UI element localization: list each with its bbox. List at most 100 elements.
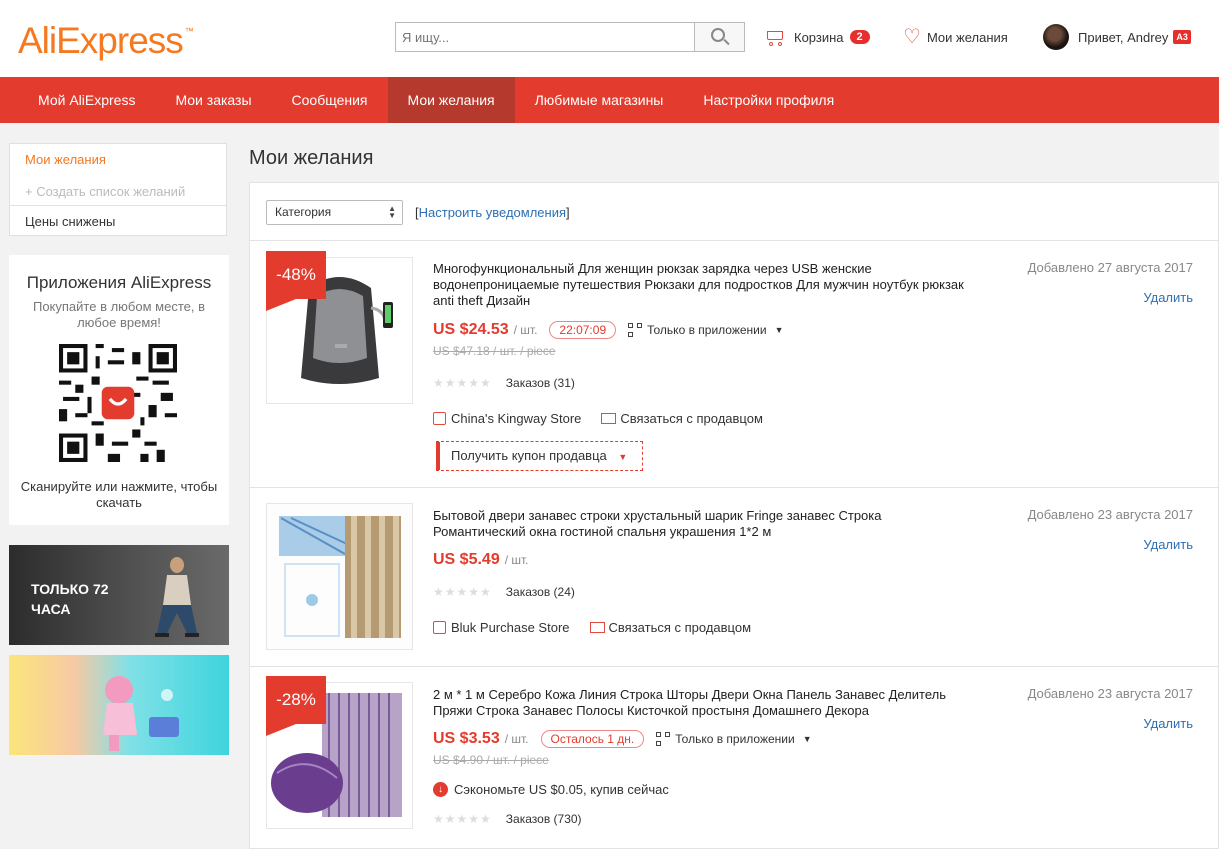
price-unit: / шт. (504, 553, 529, 567)
caret-down-icon: ▼ (774, 325, 784, 335)
delete-link[interactable]: Удалить (1143, 716, 1193, 731)
user-menu[interactable]: Привет, Andrey A3 (1043, 24, 1191, 50)
caret-down-icon: ▼ (618, 452, 628, 462)
app-promo-title: Приложения AliExpress (26, 273, 212, 292)
cart-icon (764, 28, 786, 46)
mail-icon (589, 621, 605, 633)
nav-my-aliexpress[interactable]: Мой AliExpress (0, 77, 155, 123)
delete-link[interactable]: Удалить (1143, 290, 1193, 305)
delete-link[interactable]: Удалить (1143, 537, 1193, 552)
added-date: Добавлено 23 августа 2017 (1027, 686, 1193, 701)
wishlist-item: -28% 2 м * 1 м Серебро Кожа Линия Строка… (250, 667, 1218, 849)
nav-messages[interactable]: Сообщения (272, 77, 388, 123)
price: US $5.49 (433, 551, 500, 568)
product-title[interactable]: Бытовой двери занавес строки хрустальный… (433, 508, 973, 540)
rating-row: ★★★★★ Заказов (31) (433, 375, 575, 391)
banner-illustration (103, 676, 179, 751)
down-arrow-icon: ↓ (433, 781, 448, 797)
app-promo-hint: Сканируйте или нажмите, чтобы скачать (20, 479, 218, 510)
banner-text: ЧАСА (31, 601, 71, 617)
contact-seller-link[interactable]: Связаться с продавцом (620, 411, 763, 426)
app-promo-subtitle: Покупайте в любом месте, в любое время! (32, 299, 205, 330)
contact-seller-link[interactable]: Связаться с продавцом (609, 620, 752, 635)
app-only-dropdown[interactable]: Только в приложении (647, 323, 766, 337)
promo-banner-72h[interactable]: ТОЛЬКО 72 ЧАСА (9, 545, 229, 645)
category-select[interactable]: Категория ▲ ▼ (266, 200, 403, 225)
price-row: US $3.53 / шт. Осталось 1 дн. Только в п… (433, 728, 812, 750)
main-nav: Мой AliExpress Мои заказы Сообщения Мои … (0, 77, 1219, 123)
wishlist-label: Мои желания (926, 29, 1008, 45)
old-price: US $4.90 / шт. / piece (433, 753, 549, 767)
save-row: ↓ Сэкономьте US $0.05, купив сейчас (433, 780, 669, 798)
store-row: Bluk Purchase Store Связаться с продавцо… (433, 618, 751, 636)
rating-stars-icon: ★★★★★ (433, 585, 492, 599)
get-coupon-button[interactable]: Получить купон продавца ▼ (436, 441, 643, 471)
price-row: US $5.49 / шт. (433, 549, 529, 571)
app-promo: Приложения AliExpress Покупайте в любом … (9, 255, 229, 525)
rating-row: ★★★★★ Заказов (24) (433, 584, 575, 600)
member-level-badge: A3 (1173, 30, 1191, 44)
product-title[interactable]: Многофункциональный Для женщин рюкзак за… (433, 261, 973, 309)
price: US $24.53 (433, 321, 509, 338)
price: US $3.53 (433, 730, 500, 747)
banner-text: ТОЛЬКО 72 (31, 581, 109, 597)
promo-banner-app[interactable] (9, 655, 229, 755)
store-link[interactable]: Bluk Purchase Store (451, 620, 570, 635)
app-only-dropdown[interactable]: Только в приложении (675, 732, 794, 746)
old-price: US $47.18 / шт. / piece (433, 344, 556, 358)
qr-icon (628, 323, 643, 337)
added-date: Добавлено 27 августа 2017 (1027, 260, 1193, 275)
cart-label: Корзина (794, 29, 844, 45)
price-row: US $24.53 / шт. 22:07:09 Только в прилож… (433, 319, 784, 341)
product-image[interactable] (266, 503, 413, 650)
avatar (1043, 24, 1069, 50)
wishlist-toolbar: Категория ▲ ▼ [Настроить уведомления] (250, 183, 1218, 241)
notification-settings-link[interactable]: Настроить уведомления (419, 205, 566, 220)
select-arrows-icon: ▲ ▼ (388, 204, 396, 220)
wishlist-item: -48% Многофункциональный Для женщин рюкз… (250, 241, 1218, 488)
discount-badge: -48% (266, 251, 326, 311)
store-row: China's Kingway Store Связаться с продав… (433, 409, 763, 427)
divider (10, 205, 226, 206)
header: AliExpress™ Корзина 2 ♡ Мои желания Прив… (0, 0, 1219, 77)
sidebar-item-wishlist[interactable]: Мои желания (25, 152, 106, 167)
qr-code[interactable] (59, 344, 177, 462)
nav-profile-settings[interactable]: Настройки профиля (683, 77, 854, 123)
store-link[interactable]: China's Kingway Store (451, 411, 581, 426)
user-greeting: Привет, Andrey (1078, 29, 1169, 45)
notification-settings: [Настроить уведомления] (415, 205, 570, 220)
shop-icon (433, 411, 446, 425)
shop-icon (433, 620, 446, 634)
product-title[interactable]: 2 м * 1 м Серебро Кожа Линия Строка Штор… (433, 687, 973, 719)
create-wishlist-link[interactable]: + Создать список желаний (25, 184, 185, 199)
caret-down-icon: ▼ (802, 734, 812, 744)
orders-count: Заказов (31) (505, 376, 575, 390)
nav-favorite-stores[interactable]: Любимые магазины (515, 77, 684, 123)
page-title: Мои желания (249, 147, 374, 169)
cart-count-badge: 2 (849, 30, 870, 44)
qr-icon (656, 732, 671, 746)
cart-link[interactable]: Корзина 2 (764, 26, 870, 48)
countdown-timer: 22:07:09 (549, 321, 617, 339)
heart-icon: ♡ (903, 26, 921, 48)
rating-stars-icon: ★★★★★ (433, 812, 492, 826)
added-date: Добавлено 23 августа 2017 (1027, 507, 1193, 522)
nav-wishlist[interactable]: Мои желания (387, 77, 515, 123)
wishlist-link[interactable]: ♡ Мои желания (903, 26, 1008, 48)
wishlist-item: Бытовой двери занавес строки хрустальный… (250, 488, 1218, 667)
aliexpress-logo[interactable]: AliExpress ™ (18, 20, 194, 62)
wishlist-panel: Категория ▲ ▼ [Настроить уведомления] -48… (249, 182, 1219, 849)
sidebar-menu: Мои желания + Создать список желаний Цен… (9, 143, 227, 236)
sidebar-item-price-drops[interactable]: Цены снижены (25, 214, 115, 229)
price-unit: / шт. (513, 323, 538, 337)
nav-my-orders[interactable]: Мои заказы (155, 77, 271, 123)
search-button[interactable] (694, 23, 744, 51)
orders-count: Заказов (24) (505, 585, 575, 599)
search-input[interactable] (396, 23, 695, 51)
discount-badge: -28% (266, 676, 326, 736)
mail-icon (601, 412, 617, 424)
time-left-badge: Осталось 1 дн. (540, 730, 645, 748)
rating-stars-icon: ★★★★★ (433, 376, 492, 390)
search-bar (395, 22, 745, 52)
price-unit: / шт. (504, 732, 529, 746)
